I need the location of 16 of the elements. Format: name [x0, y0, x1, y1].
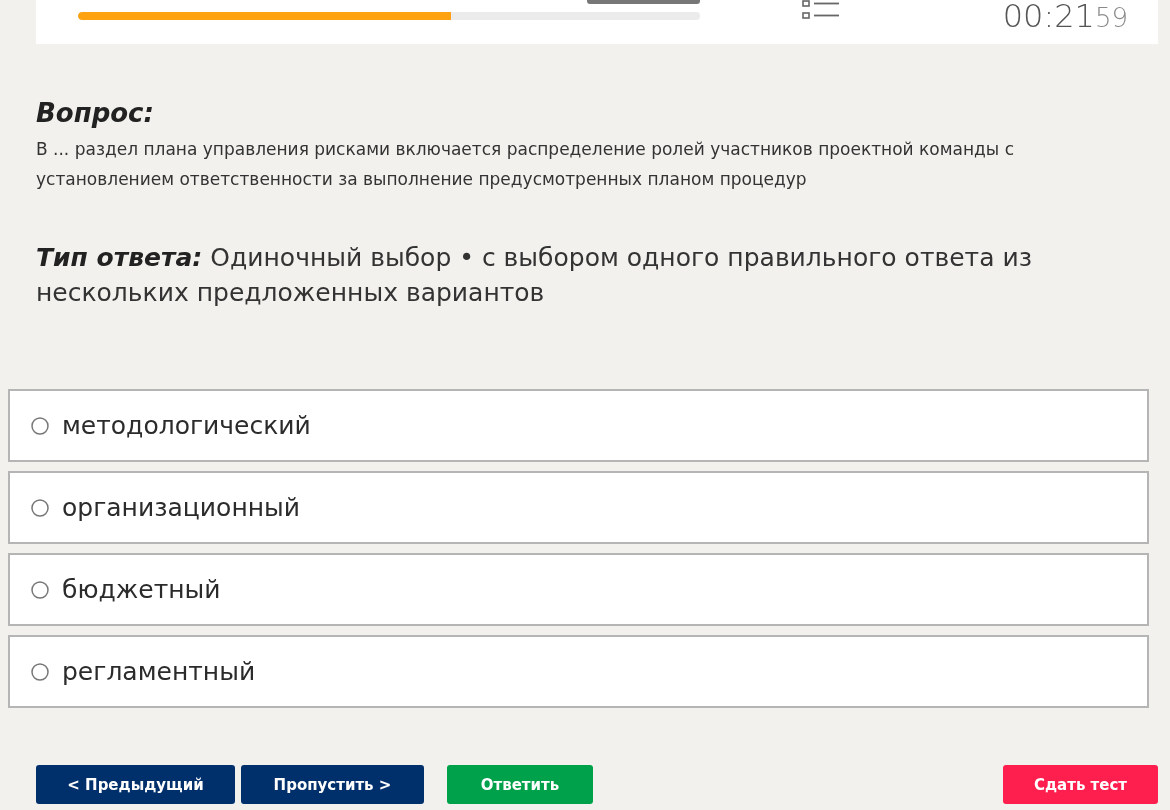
answer-option[interactable]: методологический — [8, 389, 1149, 462]
nav-button[interactable]: Пропустить > — [241, 765, 424, 804]
radio-icon[interactable] — [31, 498, 49, 517]
answer-option[interactable]: регламентный — [8, 635, 1149, 708]
radio-icon[interactable] — [31, 580, 49, 599]
question-text: В ... раздел плана управления рисками включается распределение ролей участников проектной команды с установлением ответственности за выполнение предусмотренных планом процедур — [36, 138, 1015, 191]
nav-button[interactable]: < Предыдущий — [36, 765, 235, 804]
radio-icon[interactable] — [31, 662, 49, 681]
question-heading: Вопрос: — [36, 97, 155, 129]
finish-test-button[interactable]: Сдать тест — [1003, 765, 1158, 804]
list-icon[interactable] — [802, 0, 840, 20]
timer: 00:21 59 — [1002, 0, 1128, 34]
answer-option[interactable]: бюджетный — [8, 553, 1149, 626]
radio-icon[interactable] — [31, 416, 49, 435]
answer-option[interactable]: организационный — [8, 471, 1149, 544]
answer-type-text: Тип ответа: Одиночный выбор • с выбором одного правильного ответа из нескольких предложенных вариантов — [36, 242, 1033, 309]
